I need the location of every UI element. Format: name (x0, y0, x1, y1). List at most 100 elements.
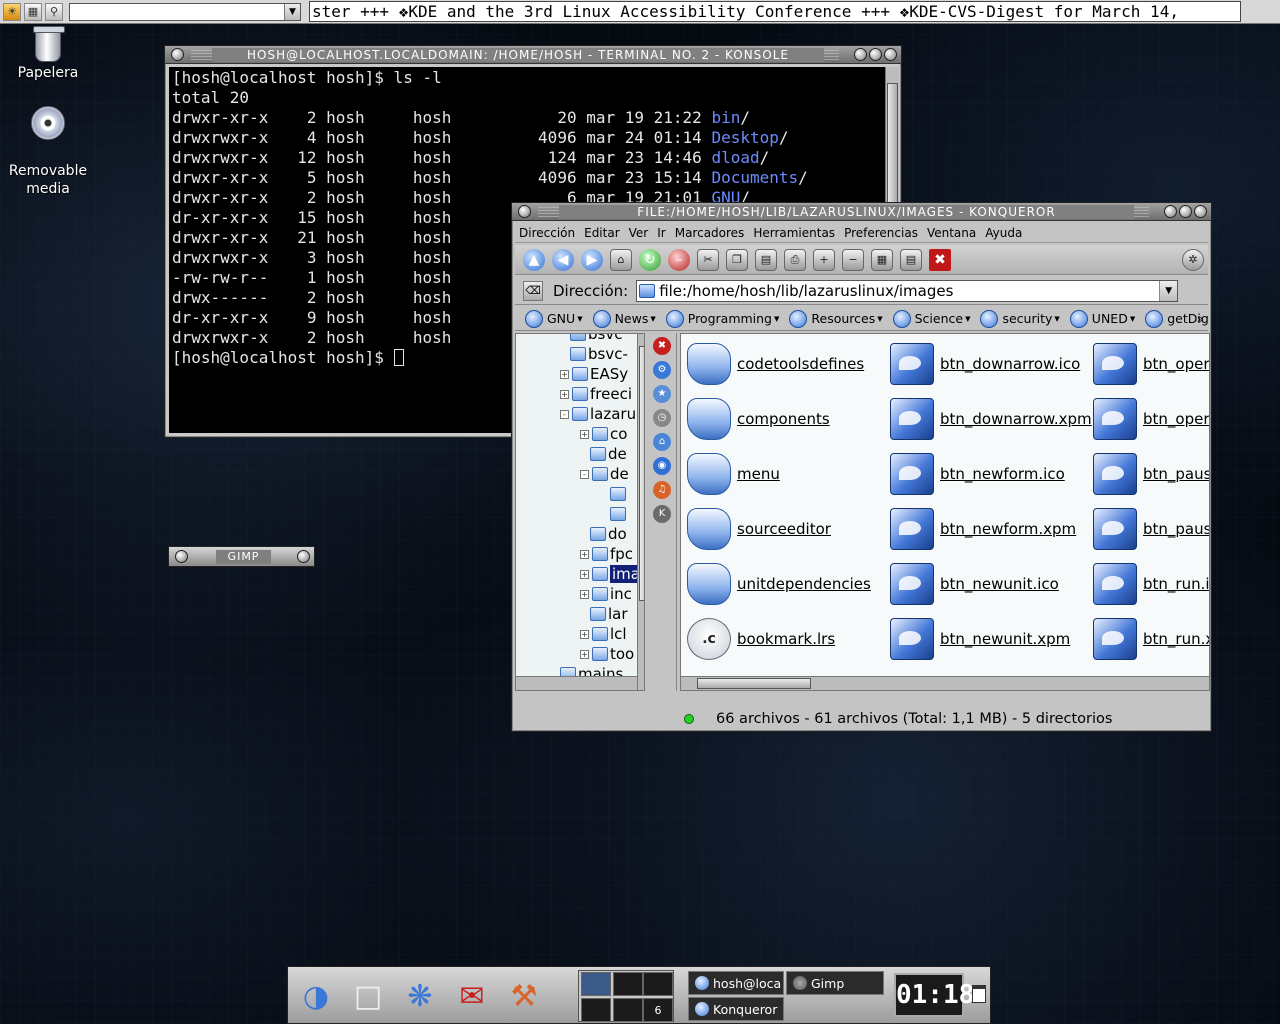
desktop-cell[interactable] (613, 972, 643, 996)
tree-item[interactable]: bsvc (570, 334, 622, 344)
menu-item[interactable]: Preferencias (844, 226, 918, 240)
kill-icon[interactable]: ✖ (929, 248, 951, 271)
tree-item[interactable]: lar (590, 604, 628, 624)
tree-item[interactable]: do (590, 524, 627, 544)
launcher-konsole[interactable]: □ (344, 971, 392, 1021)
file-item[interactable]: btn_oper (1093, 395, 1209, 443)
expand-icon[interactable]: + (580, 569, 589, 579)
minimize-button[interactable] (854, 48, 867, 61)
taskbar-button[interactable]: Gimp (786, 971, 884, 995)
konqueror-window[interactable]: file:/home/hosh/lib/lazaruslinux/images … (511, 202, 1212, 732)
desktop-cell[interactable] (643, 972, 673, 996)
up-arrow-icon[interactable]: ▲ (523, 248, 545, 271)
bookmark-folder[interactable]: security ▼ (980, 309, 1060, 328)
menu-item[interactable]: Ir (657, 226, 665, 240)
search-button[interactable]: ⚲ (45, 2, 63, 21)
clear-location-icon[interactable]: ⌫ (523, 280, 543, 301)
file-item[interactable]: btn_paus (1093, 505, 1209, 553)
tree-item[interactable]: bsvc- (570, 344, 628, 364)
taskbar-button[interactable]: hosh@loca (688, 971, 784, 995)
home-tab-icon[interactable]: ⌂ (653, 433, 671, 451)
desktop-pager[interactable]: 6 (578, 970, 674, 1022)
tree-item[interactable] (610, 504, 628, 524)
konqueror-titlebar[interactable]: file:/home/hosh/lib/lazaruslinux/images … (512, 203, 1211, 221)
desktop-cell[interactable]: 6 (643, 998, 673, 1022)
folder-item[interactable]: menu (687, 450, 780, 498)
folder-item[interactable]: unitdependencies (687, 560, 871, 608)
menu-item[interactable]: Ver (629, 226, 649, 240)
back-arrow-icon[interactable]: ◀ (552, 248, 574, 271)
menu-item[interactable]: Editar (584, 226, 620, 240)
tree-item[interactable]: + EASy (560, 364, 628, 384)
detail-view-icon[interactable]: ▤ (900, 248, 922, 271)
file-item[interactable]: btn_paus (1093, 450, 1209, 498)
menu-item[interactable]: Ayuda (985, 226, 1022, 240)
bookmarks-tab-icon[interactable]: ★ (653, 385, 671, 403)
minimize-button[interactable] (1164, 205, 1177, 218)
kmenu-button[interactable]: ☀ (3, 2, 21, 21)
history-tab-icon[interactable]: ◷ (653, 409, 671, 427)
scrollbar-thumb[interactable] (639, 346, 644, 601)
expand-icon[interactable]: + (560, 389, 569, 399)
window-menu-icon[interactable] (171, 48, 184, 61)
bookmark-folder[interactable]: UNED ▼ (1069, 309, 1135, 328)
media-tab-icon[interactable]: ♫ (653, 481, 671, 499)
navigation-tree[interactable]: bsvc bsvc- + EASy + freeci - lazaru + co de - de do + f… (515, 333, 645, 691)
launcher-mail[interactable]: ✉ (448, 971, 496, 1021)
desktop-access-button[interactable]: ▦ (24, 2, 42, 21)
expand-icon[interactable]: + (580, 549, 589, 559)
kde-tab-icon[interactable]: K (653, 505, 671, 523)
menu-item[interactable]: Herramientas (753, 226, 835, 240)
gimp-window[interactable]: Gimp (168, 546, 315, 567)
close-button[interactable] (1194, 205, 1207, 218)
reload-icon[interactable]: ↻ (639, 248, 661, 271)
maximize-button[interactable] (1179, 205, 1192, 218)
taskbar-button[interactable]: Konqueror (688, 997, 784, 1021)
desktop-icon-removable-media[interactable]: Removable media (0, 88, 96, 216)
close-button[interactable] (297, 550, 310, 563)
tree-item[interactable]: + freeci (560, 384, 632, 404)
desktop-icon-trash[interactable]: Papelera (0, 26, 96, 82)
zoom-out-icon[interactable]: − (842, 248, 864, 271)
expand-icon[interactable]: + (580, 629, 589, 639)
folder-item[interactable]: sourceeditor (687, 505, 831, 553)
window-menu-icon[interactable] (518, 205, 531, 218)
bookmark-folder[interactable]: Programming ▼ (665, 309, 779, 328)
tree-item[interactable]: + ima (580, 564, 642, 584)
file-item[interactable]: btn_newunit.ico (890, 560, 1059, 608)
launcher-control-center[interactable]: ⚒ (500, 971, 548, 1021)
tree-item[interactable]: + lcl (580, 624, 627, 644)
stop-icon[interactable]: – (668, 248, 690, 271)
folder-item[interactable]: components (687, 395, 830, 443)
file-item[interactable]: btn_run.x (1093, 615, 1209, 663)
tree-item[interactable] (610, 484, 628, 504)
bookmark-folder[interactable]: Resources ▼ (789, 309, 883, 328)
file-item[interactable]: btn_downarrow.ico (890, 340, 1080, 388)
menu-item[interactable]: Marcadores (675, 226, 745, 240)
folder-item[interactable]: codetoolsdefines (687, 340, 864, 388)
icon-view-icon[interactable]: ▦ (871, 248, 893, 271)
desktop-cell[interactable] (581, 998, 611, 1022)
news-ticker[interactable]: ster +++ ❖KDE and the 3rd Linux Accessib… (309, 1, 1241, 22)
location-input[interactable]: file:/home/hosh/lib/lazaruslinux/images … (636, 279, 1179, 302)
close-button[interactable] (884, 48, 897, 61)
tree-horizontal-scrollbar[interactable] (516, 676, 637, 690)
desktop-cell[interactable] (613, 998, 643, 1022)
collapse-icon[interactable]: - (560, 409, 569, 419)
file-item[interactable]: btn_newform.ico (890, 450, 1065, 498)
forward-arrow-icon[interactable]: ▶ (581, 248, 603, 271)
bookmark-folder[interactable]: News ▼ (592, 309, 656, 328)
tree-item[interactable]: - lazaru (560, 404, 636, 424)
scrollbar-thumb[interactable] (697, 678, 811, 689)
bookmark-folder[interactable]: GNU ▼ (525, 309, 583, 328)
clock[interactable]: 01:18 (894, 973, 974, 1017)
menu-item[interactable]: Ventana (927, 226, 976, 240)
tree-item[interactable]: + too (580, 644, 634, 664)
konsole-titlebar[interactable]: hosh@localhost.localdomain: /home/hosh -… (165, 46, 901, 64)
file-item[interactable]: btn_run.ic (1093, 560, 1209, 608)
zoom-in-icon[interactable]: + (813, 248, 835, 271)
paste-icon[interactable]: ▤ (755, 248, 777, 271)
close-panel-icon[interactable]: ✖ (653, 337, 671, 355)
chevron-down-icon[interactable]: ▼ (1159, 280, 1178, 301)
file-item[interactable]: btn_newform.xpm (890, 505, 1076, 553)
